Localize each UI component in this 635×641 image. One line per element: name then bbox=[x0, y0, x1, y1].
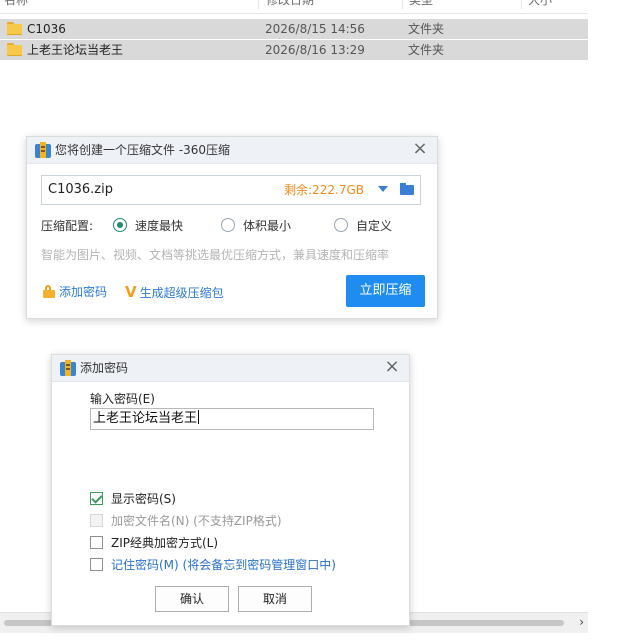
password-input-label: 输入密码(E) bbox=[90, 392, 155, 406]
file-row[interactable]: 上老王论坛当老王 2026/8/16 13:29 文件夹 bbox=[0, 40, 588, 60]
column-separator[interactable] bbox=[402, 0, 403, 9]
radio-button[interactable] bbox=[113, 218, 127, 232]
super-package-link[interactable]: V 生成超级压缩包 bbox=[125, 283, 224, 301]
dropdown-arrow-icon[interactable] bbox=[378, 186, 388, 192]
checkbox-label[interactable]: ZIP经典加密方式(L) bbox=[111, 535, 218, 551]
folder-icon bbox=[7, 22, 22, 35]
compress-dialog-titlebar[interactable]: 您将创建一个压缩文件 -360压缩 × bbox=[27, 137, 437, 164]
password-input[interactable]: 上老王论坛当老王 bbox=[90, 408, 374, 430]
checkbox-label[interactable]: 记住密码(M) (将会备忘到密码管理窗口中) bbox=[111, 557, 336, 573]
radio-label[interactable]: 速度最快 bbox=[135, 217, 183, 235]
file-modified: 2026/8/15 14:56 bbox=[265, 22, 365, 36]
file-type: 文件夹 bbox=[408, 22, 445, 36]
checkbox-label: 加密文件名(N) (不支持ZIP格式) bbox=[111, 514, 282, 528]
compress-hint-text: 智能为图片、视频、文档等挑选最优压缩方式，兼具速度和压缩率 bbox=[41, 248, 390, 262]
radio-label[interactable]: 自定义 bbox=[356, 217, 392, 235]
ok-button[interactable]: 确认 bbox=[155, 586, 229, 612]
checkbox[interactable] bbox=[90, 536, 103, 549]
folder-icon bbox=[7, 43, 22, 56]
right-blank-area bbox=[588, 0, 635, 641]
radio-button[interactable] bbox=[221, 218, 235, 232]
v-badge-icon: V bbox=[125, 283, 137, 301]
compress-dialog: 您将创建一个压缩文件 -360压缩 × C1036.zip 剩余:222.7GB… bbox=[26, 136, 438, 319]
file-modified: 2026/8/16 13:29 bbox=[265, 43, 365, 57]
free-space-label: 剩余:222.7GB bbox=[284, 183, 364, 197]
lock-icon bbox=[43, 285, 55, 298]
password-dialog-title: 添加密码 bbox=[80, 361, 129, 375]
checkbox bbox=[90, 514, 103, 527]
column-type[interactable]: 类型 bbox=[405, 0, 521, 13]
output-filename[interactable]: C1036.zip bbox=[48, 176, 113, 204]
column-modified[interactable]: 修改日期 bbox=[262, 0, 402, 13]
checkbox[interactable] bbox=[90, 558, 103, 571]
file-name: C1036 bbox=[27, 22, 66, 36]
cancel-button[interactable]: 取消 bbox=[238, 586, 312, 612]
checkbox-label[interactable]: 显示密码(S) bbox=[111, 491, 176, 507]
scroll-right-arrow-icon[interactable]: › bbox=[579, 615, 584, 629]
column-separator[interactable] bbox=[258, 0, 259, 9]
password-value[interactable]: 上老王论坛当老王 bbox=[93, 411, 197, 426]
super-package-label[interactable]: 生成超级压缩包 bbox=[140, 286, 224, 300]
output-path-field[interactable]: C1036.zip 剩余:222.7GB bbox=[41, 175, 421, 205]
close-icon[interactable]: × bbox=[411, 140, 429, 158]
close-icon[interactable]: × bbox=[383, 358, 401, 376]
radio-button[interactable] bbox=[334, 218, 348, 232]
add-password-dialog: 添加密码 × 输入密码(E) 上老王论坛当老王 显示密码(S) 加密文件名(N)… bbox=[51, 354, 410, 626]
zip-icon bbox=[35, 142, 51, 158]
column-header: 名称 修改日期 类型 大小 bbox=[0, 0, 588, 14]
radio-label[interactable]: 体积最小 bbox=[243, 217, 291, 235]
file-name: 上老王论坛当老王 bbox=[27, 43, 124, 57]
compress-now-button[interactable]: 立即压缩 bbox=[346, 275, 425, 307]
zip-icon bbox=[60, 360, 76, 376]
file-row[interactable]: C1036 2026/8/15 14:56 文件夹 bbox=[0, 19, 588, 39]
add-password-link[interactable]: 添加密码 bbox=[43, 283, 107, 301]
compress-dialog-title: 您将创建一个压缩文件 -360压缩 bbox=[55, 143, 231, 157]
text-caret bbox=[198, 410, 200, 424]
browse-folder-icon[interactable] bbox=[400, 183, 414, 195]
column-name[interactable]: 名称 bbox=[0, 0, 258, 13]
column-separator[interactable] bbox=[521, 0, 522, 9]
checkbox[interactable] bbox=[90, 492, 103, 505]
file-type: 文件夹 bbox=[408, 43, 445, 57]
add-password-label[interactable]: 添加密码 bbox=[59, 285, 107, 299]
password-dialog-titlebar[interactable]: 添加密码 × bbox=[52, 355, 409, 382]
compress-config-label: 压缩配置: bbox=[41, 219, 94, 233]
column-size[interactable]: 大小 bbox=[524, 0, 584, 13]
